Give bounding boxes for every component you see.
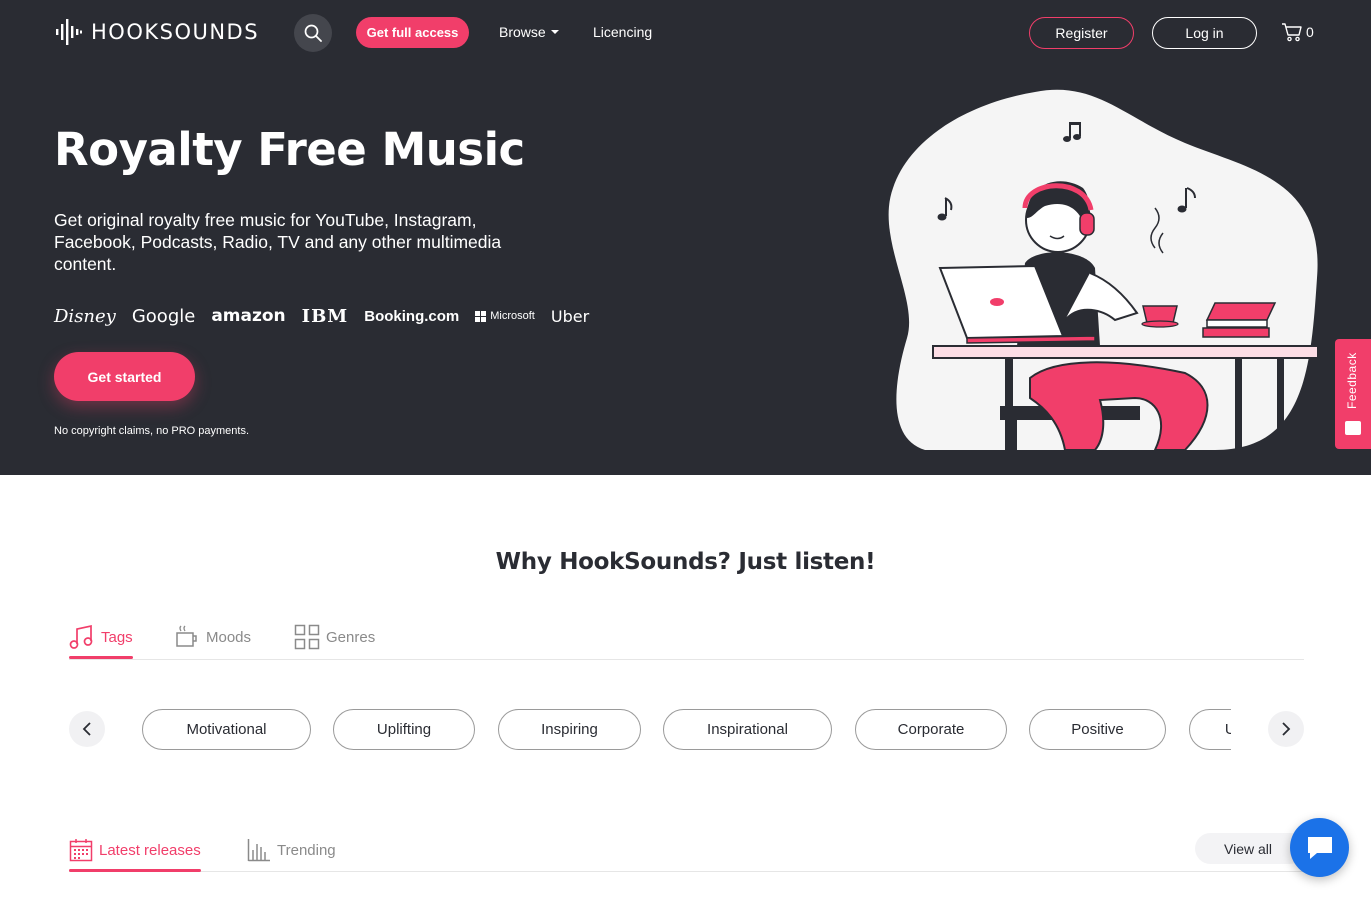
tag-carousel: Motivational Uplifting Inspiring Inspira… xyxy=(142,709,1231,750)
tab-tags-label: Tags xyxy=(101,628,133,646)
licencing-link[interactable]: Licencing xyxy=(593,24,652,40)
tab-moods-label: Moods xyxy=(206,628,252,646)
chevron-left-icon xyxy=(82,722,91,736)
tags-prev-button[interactable] xyxy=(69,711,105,747)
tag-pill[interactable]: Motivational xyxy=(142,709,311,750)
brand-microsoft-label: Microsoft xyxy=(490,310,535,322)
search-icon xyxy=(304,24,322,42)
brand-ibm: IBM xyxy=(301,305,349,327)
feedback-label: Feedback xyxy=(1345,352,1359,409)
brand-microsoft: Microsoft xyxy=(475,310,535,322)
tag-pill[interactable]: Corporate xyxy=(855,709,1007,750)
no-claims-note: No copyright claims, no PRO payments. xyxy=(54,425,250,437)
logo-text: HOOKSOUNDS xyxy=(91,20,260,44)
tag-pill[interactable]: Upbeat xyxy=(1189,709,1231,750)
release-tabs: Latest releases Trending xyxy=(69,827,1304,872)
hero-illustration xyxy=(888,89,1319,451)
coffee-cup-icon xyxy=(176,625,197,647)
login-button[interactable]: Log in xyxy=(1152,17,1257,49)
feedback-smile-icon xyxy=(1345,421,1361,435)
brand-amazon: amazon xyxy=(211,306,286,326)
chat-button[interactable] xyxy=(1290,818,1349,877)
brand-google: Google xyxy=(131,305,196,327)
grid-icon xyxy=(294,624,320,650)
tag-pill[interactable]: Uplifting xyxy=(333,709,475,750)
brand-uber: Uber xyxy=(550,306,590,326)
category-tabs: Tags Moods Genres xyxy=(69,614,1304,660)
hero-section: HOOKSOUNDS Get full access Browse Licenc… xyxy=(0,0,1371,475)
feedback-tab[interactable]: Feedback xyxy=(1335,339,1371,449)
get-full-access-button[interactable]: Get full access xyxy=(356,17,469,48)
view-all-button[interactable]: View all xyxy=(1195,833,1305,864)
brand-booking: Booking.com xyxy=(364,307,460,325)
search-button[interactable] xyxy=(294,14,332,52)
tab-latest-releases[interactable]: Latest releases xyxy=(69,829,201,872)
chat-bubble-icon xyxy=(1307,836,1332,859)
cart-button[interactable]: 0 xyxy=(1281,22,1314,42)
tab-genres-label: Genres xyxy=(326,628,376,646)
caret-down-icon xyxy=(550,30,559,34)
logo[interactable]: HOOKSOUNDS xyxy=(55,16,259,48)
hero-title: Royalty Free Music xyxy=(54,123,525,176)
get-started-button[interactable]: Get started xyxy=(54,352,195,401)
browse-label: Browse xyxy=(499,24,546,40)
music-note-icon xyxy=(69,624,93,649)
microsoft-logo-icon xyxy=(475,310,487,322)
tab-trending-label: Trending xyxy=(277,841,336,859)
calendar-icon xyxy=(69,839,93,862)
tags-next-button[interactable] xyxy=(1268,711,1304,747)
cart-icon xyxy=(1282,23,1302,42)
section-title: Why HookSounds? Just listen! xyxy=(495,549,876,575)
brand-disney: Disney xyxy=(54,305,116,327)
tag-pill[interactable]: Positive xyxy=(1029,709,1166,750)
brand-logos: Disney Google amazon IBM Booking.com Mic… xyxy=(54,304,589,328)
logo-waveform-icon xyxy=(56,19,82,45)
browse-menu[interactable]: Browse xyxy=(499,24,559,40)
tab-trending[interactable]: Trending xyxy=(247,829,336,871)
bar-chart-icon xyxy=(247,839,270,862)
chevron-right-icon xyxy=(1282,722,1291,736)
hero-description: Get original royalty free music for YouT… xyxy=(54,210,502,274)
tab-moods[interactable]: Moods xyxy=(174,616,251,658)
tab-latest-releases-label: Latest releases xyxy=(99,841,201,859)
tab-tags[interactable]: Tags xyxy=(69,616,133,659)
tag-pill[interactable]: Inspiring xyxy=(498,709,641,750)
register-button[interactable]: Register xyxy=(1029,17,1134,49)
tag-pill[interactable]: Inspirational xyxy=(663,709,832,750)
tab-genres[interactable]: Genres xyxy=(294,616,375,658)
cart-count: 0 xyxy=(1306,24,1314,40)
